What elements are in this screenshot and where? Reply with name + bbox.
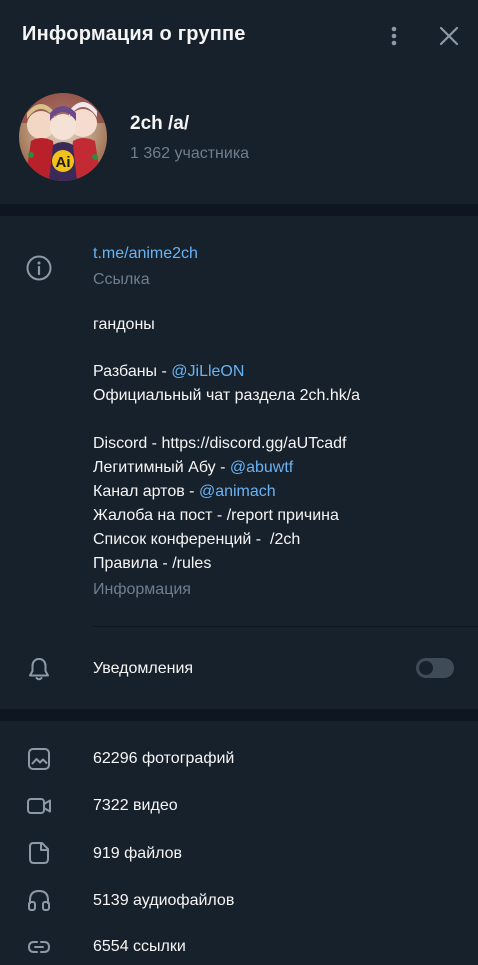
description-line: Жалоба на пост - /report причина <box>93 507 339 524</box>
media-count-label: 62296 фотографий <box>93 750 235 767</box>
close-icon <box>439 26 459 46</box>
headphones-icon <box>26 887 52 913</box>
link-icon <box>26 934 52 960</box>
description-line: Канал артов - @animach <box>93 483 276 501</box>
page-title: Информация о группе <box>22 23 246 45</box>
description-line: гандоны <box>93 316 155 333</box>
media-count-label: 7322 видео <box>93 797 178 814</box>
description-line: Правила - /rules <box>93 555 212 572</box>
description-line: Официальный чат раздела 2ch.hk/a <box>93 387 361 404</box>
notifications-toggle[interactable] <box>416 658 454 678</box>
mention-link[interactable]: @animach <box>199 483 276 500</box>
more-menu-button[interactable] <box>378 20 410 52</box>
media-count-label: 919 файлов <box>93 845 183 862</box>
group-profile: Ai 2ch /a/ 1 362 участника <box>0 72 478 204</box>
section-separator <box>0 709 478 721</box>
group-name: 2ch /a/ <box>130 113 190 134</box>
description-text: Разбаны - <box>93 363 172 380</box>
svg-text:Ai: Ai <box>56 154 71 171</box>
member-count[interactable]: 1 362 участника <box>130 145 249 163</box>
photo-icon <box>26 746 52 772</box>
more-vertical-icon <box>391 26 397 46</box>
description-text: Канал артов - <box>93 483 199 500</box>
group-link[interactable]: t.me/anime2ch <box>93 245 198 263</box>
divider <box>93 626 478 627</box>
group-avatar[interactable]: Ai <box>19 93 107 181</box>
bell-icon <box>26 656 52 682</box>
description-line: Список конференций - /2ch <box>93 531 301 548</box>
header: Информация о группе <box>0 0 478 72</box>
description-line: Легитимный Абу - @abuwtf <box>93 459 293 477</box>
file-icon <box>26 840 52 866</box>
link-caption: Ссылка <box>93 271 150 288</box>
notifications-label: Уведомления <box>93 660 194 677</box>
media-count-label: 6554 ссылки <box>93 938 186 955</box>
info-icon <box>25 254 53 287</box>
description-line: Разбаны - @JiLleON <box>93 363 244 381</box>
mention-link[interactable]: @abuwtf <box>230 459 293 476</box>
mention-link[interactable]: @JiLleON <box>171 363 244 380</box>
toggle-knob <box>417 659 435 677</box>
section-separator <box>0 204 478 216</box>
description-caption: Информация <box>93 581 191 598</box>
description-text: Легитимный Абу - <box>93 459 230 476</box>
description-line: Discord - https://discord.gg/aUTcadf <box>93 435 347 452</box>
close-button[interactable] <box>433 20 465 52</box>
video-icon <box>26 793 52 819</box>
media-count-label: 5139 аудиофайлов <box>93 892 235 909</box>
